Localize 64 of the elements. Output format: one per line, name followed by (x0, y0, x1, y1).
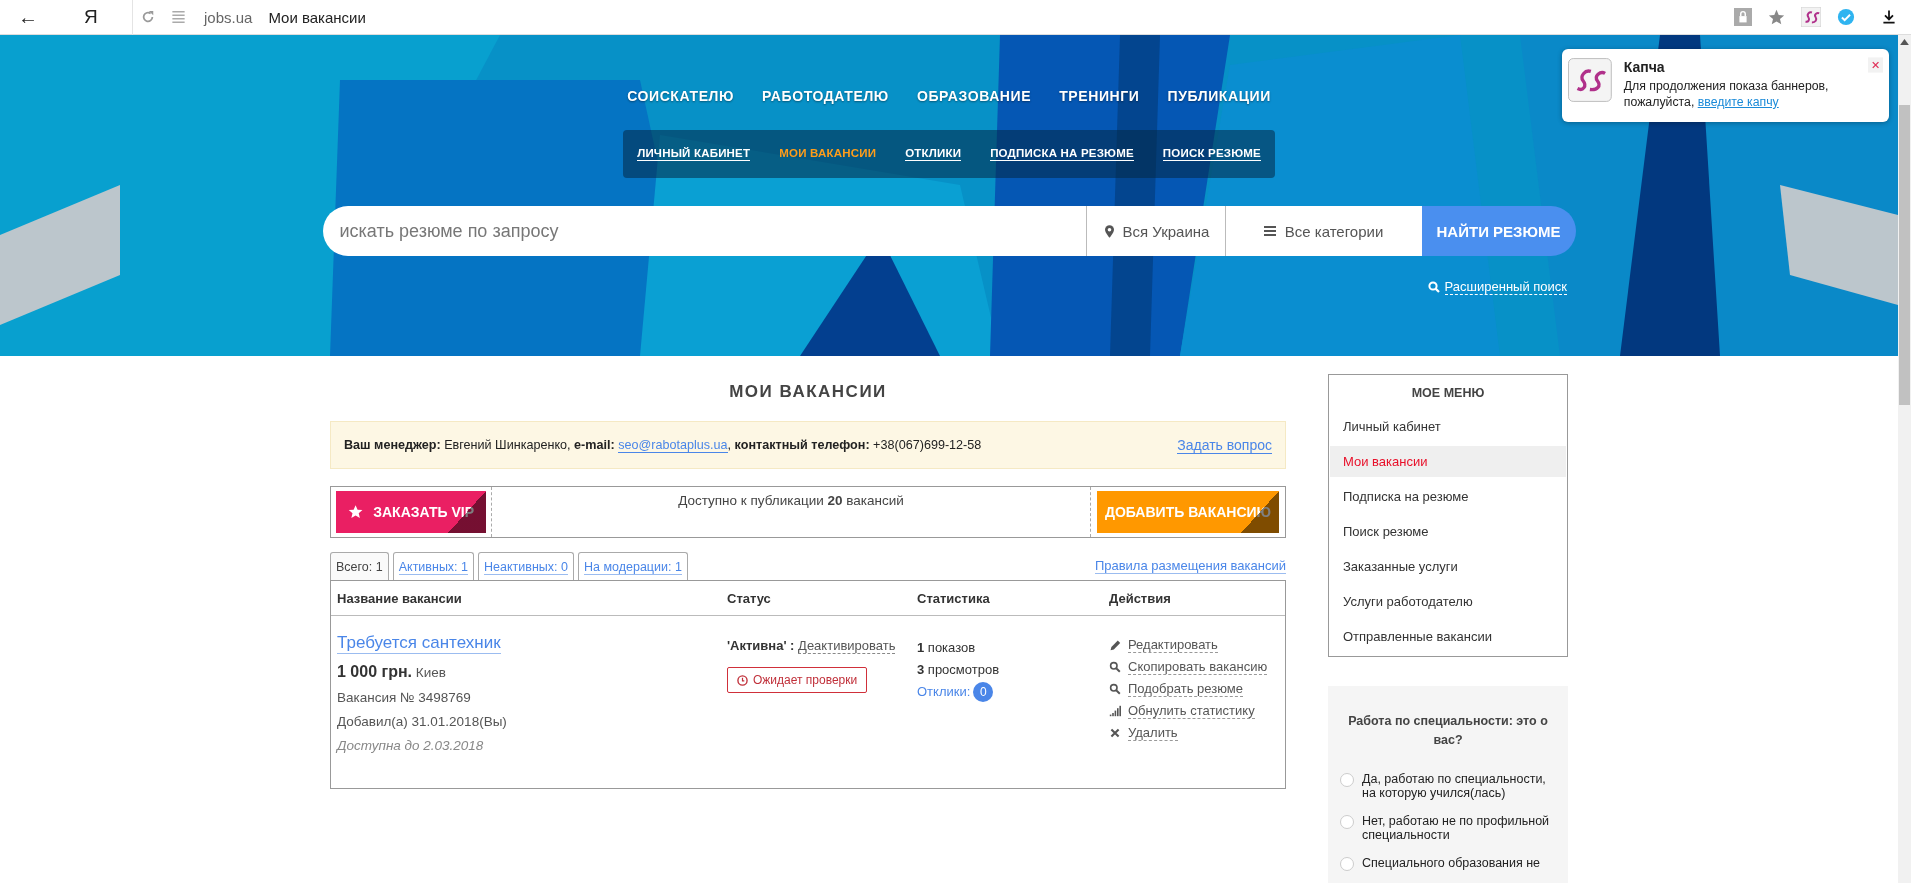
browser-logo: Я (84, 6, 99, 28)
action-link[interactable]: Удалить (1109, 725, 1279, 741)
subnav-link[interactable]: ОТКЛИКИ (905, 147, 962, 161)
action-link[interactable]: Обнулить статистику (1109, 703, 1279, 719)
poll-option[interactable]: Нет, работаю не по профильной специальности (1362, 814, 1556, 842)
menu-item[interactable]: Поиск резюме (1330, 516, 1566, 547)
poll-option[interactable]: Специального образования не (1362, 856, 1541, 871)
category-select[interactable]: Все категории (1224, 206, 1422, 256)
shows-count: 1 показов (917, 639, 977, 657)
vacancy-number: Вакансия № 3498769 (337, 690, 472, 705)
region-select[interactable]: Вся Украина (1085, 206, 1225, 256)
subnav-link[interactable]: ЛИЧНЫЙ КАБИНЕТ (637, 147, 751, 161)
action-link[interactable]: Подобрать резюме (1109, 681, 1279, 697)
nav-link[interactable]: СОИСКАТЕЛЮ (627, 88, 735, 104)
captcha-link[interactable]: введите капчу (1697, 95, 1779, 109)
vacancy-title-link[interactable]: Требуется сантехник (337, 633, 501, 654)
filter-tab[interactable]: Активных: 1 (392, 552, 475, 580)
action-link[interactable]: Скопировать вакансию (1109, 659, 1279, 675)
menu-item[interactable]: Подписка на резюме (1330, 481, 1566, 512)
search-field[interactable]: искать резюме по запросу (322, 206, 1086, 256)
column-header: Статистика (916, 590, 991, 606)
filter-tab[interactable]: На модерации: 1 (577, 552, 688, 580)
nav-link[interactable]: РАБОТОДАТЕЛЮ (762, 88, 889, 104)
menu-item[interactable]: Личный кабинет (1330, 411, 1566, 442)
site-domain: jobs.ua (204, 8, 253, 26)
filter-tab[interactable]: Всего: 1 (330, 552, 389, 580)
city-text: Киев (415, 665, 446, 680)
subnav-link[interactable]: МОИ ВАКАНСИИ (779, 147, 877, 161)
order-vip-button[interactable]: ЗАКАЗАТЬ VIP (336, 491, 486, 533)
pending-review-badge: Ожидает проверки (727, 667, 868, 693)
menu-item[interactable]: Отправленные вакансии (1330, 621, 1566, 652)
rules-link[interactable]: Правила размещения вакансий (1094, 558, 1286, 574)
deactivate-link[interactable]: Деактивировать (798, 638, 896, 654)
page-heading: МОИ ВАКАНСИИ (728, 382, 888, 402)
nav-link[interactable]: ТРЕНИНГИ (1059, 88, 1140, 104)
salary-text: 1 000 грн. (337, 663, 413, 680)
manager-info: Ваш менеджер: Евгений Шинкаренко, e-mail: seo@rabotaplus.ua, контактный телефон: +38(067)699-12-58 (344, 438, 982, 452)
added-date: Добавил(а) 31.01.2018(Вы) (337, 714, 508, 729)
advanced-search-link[interactable]: Расширенный поиск (1427, 279, 1567, 295)
available-count: Доступно к публикации 20 вакансий (491, 487, 1091, 537)
menu-item[interactable]: Мои вакансии (1330, 446, 1566, 477)
menu-item[interactable]: Заказанные услуги (1330, 551, 1566, 582)
poll-question: Работа по специальности: это о вас? (1347, 713, 1549, 749)
menu-title: МОЕ МЕНЮ (1410, 385, 1486, 402)
poll-option[interactable]: Да, работаю по специальности, на которую учился(лась) (1362, 772, 1556, 800)
column-header: Действия (1108, 590, 1172, 606)
nav-link[interactable]: ПУБЛИКАЦИИ (1167, 88, 1271, 104)
back-button[interactable]: ← (18, 5, 42, 29)
responses-count-badge: 0 (973, 682, 994, 702)
status-text: 'Активна' : (727, 638, 795, 653)
action-link[interactable]: Редактировать (1109, 637, 1279, 653)
notification-text: Для продолжения показа баннеров, пожалуйста, введите капчу (1623, 78, 1830, 110)
menu-item[interactable]: Услуги работодателю (1330, 586, 1566, 617)
page-title: Мои вакансии (268, 8, 366, 26)
column-header: Название вакансии (336, 590, 463, 606)
nav-link[interactable]: ОБРАЗОВАНИЕ (916, 88, 1032, 104)
filter-tab[interactable]: Неактивных: 0 (478, 552, 574, 580)
column-header: Статус (726, 590, 772, 606)
subnav-link[interactable]: ПОИСК РЕЗЮМЕ (1162, 147, 1261, 161)
responses-link[interactable]: Отклики: (917, 681, 971, 703)
views-count: 3 просмотров (917, 661, 1001, 679)
notification-title: Капча (1623, 59, 1666, 75)
subnav-link[interactable]: ПОДПИСКА НА РЕЗЮМЕ (990, 147, 1134, 161)
expiry-date: Доступна до 2.03.2018 (337, 738, 485, 753)
